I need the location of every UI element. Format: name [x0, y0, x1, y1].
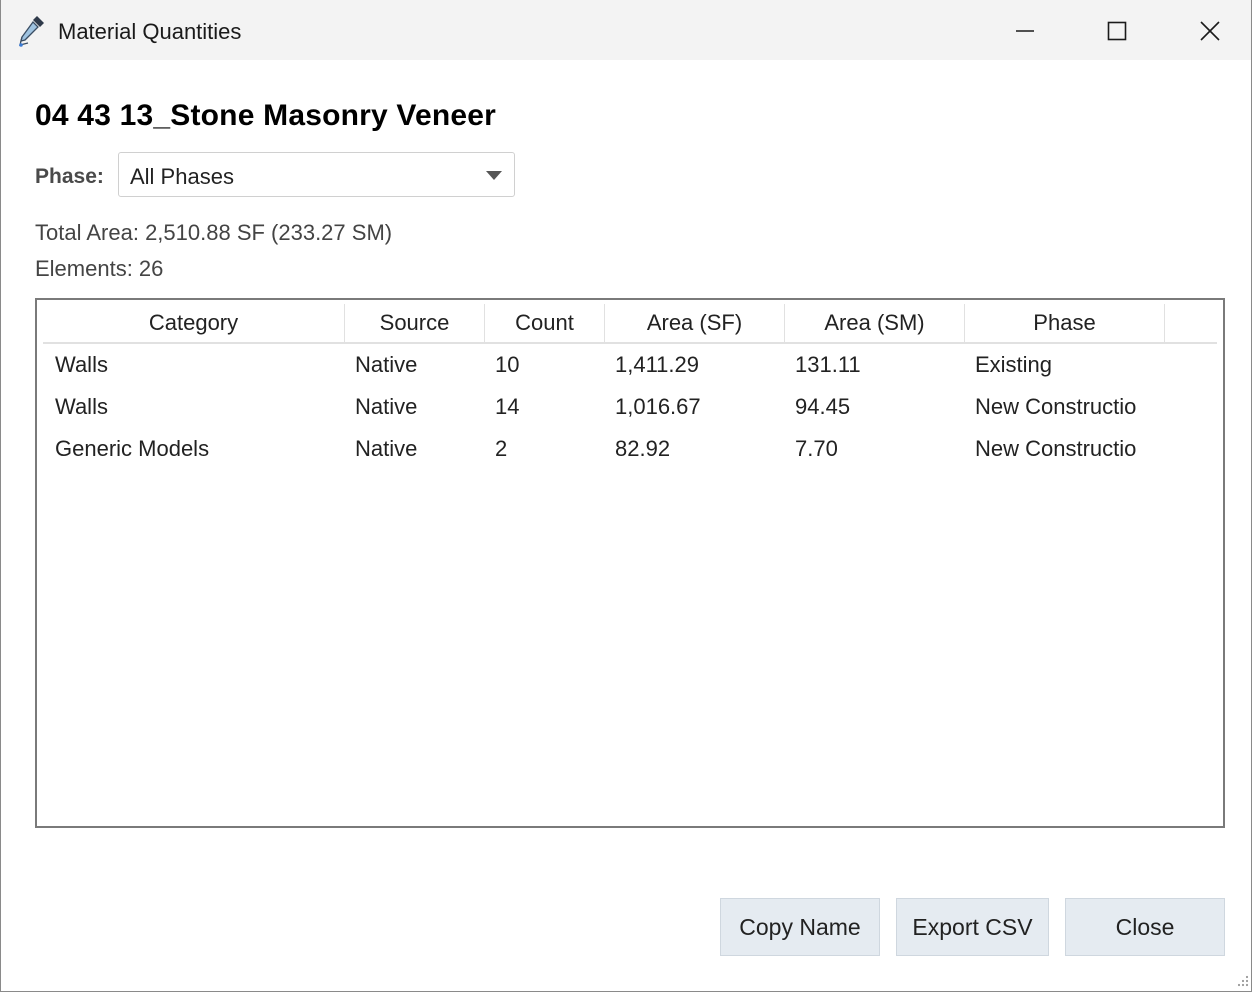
- phase-selected-value: All Phases: [130, 164, 234, 189]
- table-row[interactable]: Generic Models Native 2 82.92 7.70 New C…: [43, 428, 1217, 470]
- cell-source: Native: [355, 436, 418, 461]
- cell-phase: New Constructio: [975, 394, 1137, 419]
- elements-count-text: Elements: 26: [35, 256, 164, 281]
- column-header-phase[interactable]: Phase: [965, 304, 1165, 342]
- cell-area-sm: 131.11: [795, 352, 861, 377]
- window-close-button[interactable]: [1187, 10, 1233, 52]
- title-bar[interactable]: Material Quantities: [1, 0, 1251, 60]
- maximize-icon: [1107, 21, 1127, 41]
- phase-label: Phase:: [35, 165, 104, 188]
- column-header-area-sm[interactable]: Area (SM): [785, 304, 965, 342]
- cell-count: 10: [495, 352, 520, 377]
- cell-phase: Existing: [975, 352, 1053, 377]
- column-header-area-sf[interactable]: Area (SF): [605, 304, 785, 342]
- column-header-category[interactable]: Category: [43, 304, 345, 342]
- copy-name-button[interactable]: Copy Name: [720, 898, 880, 956]
- cell-area-sf: 82.92: [615, 436, 671, 461]
- table-row[interactable]: Walls Native 14 1,016.67 94.45 New Const…: [43, 386, 1217, 428]
- cell-source: Native: [355, 352, 418, 377]
- cell-area-sm: 94.45: [795, 394, 851, 419]
- resize-grip-icon[interactable]: [1235, 973, 1249, 987]
- minimize-icon: [1016, 30, 1034, 32]
- material-heading: 04 43 13_Stone Masonry Veneer: [35, 99, 497, 132]
- total-area-text: Total Area: 2,510.88 SF (233.27 SM): [35, 220, 393, 245]
- chevron-down-icon: [486, 171, 502, 180]
- eyedropper-icon: [17, 14, 47, 48]
- column-header-count[interactable]: Count: [485, 304, 605, 342]
- window-title: Material Quantities: [58, 19, 242, 44]
- material-quantities-window: Material Quantities 04 43 13_Stone Mason…: [0, 0, 1252, 992]
- minimize-button[interactable]: [1002, 10, 1048, 52]
- column-header-source[interactable]: Source: [345, 304, 485, 342]
- cell-category: Generic Models: [55, 436, 210, 461]
- close-icon: [1200, 21, 1220, 41]
- cell-area-sf: 1,016.67: [615, 394, 701, 419]
- close-button[interactable]: Close: [1065, 898, 1225, 956]
- cell-count: 14: [495, 394, 520, 419]
- cell-source: Native: [355, 394, 418, 419]
- quantities-table[interactable]: Category Source Count Area (SF) Area (SM…: [35, 298, 1225, 828]
- cell-area-sm: 7.70: [795, 436, 838, 461]
- cell-category: Walls: [55, 394, 108, 419]
- maximize-button[interactable]: [1094, 10, 1140, 52]
- cell-phase: New Constructio: [975, 436, 1137, 461]
- table-row[interactable]: Walls Native 10 1,411.29 131.11 Existing: [43, 344, 1217, 386]
- cell-area-sf: 1,411.29: [615, 352, 700, 377]
- export-csv-button[interactable]: Export CSV: [896, 898, 1049, 956]
- cell-category: Walls: [55, 352, 108, 377]
- table-header: Category Source Count Area (SF) Area (SM…: [43, 304, 1217, 344]
- cell-count: 2: [495, 436, 508, 461]
- phase-dropdown[interactable]: All Phases: [118, 152, 515, 197]
